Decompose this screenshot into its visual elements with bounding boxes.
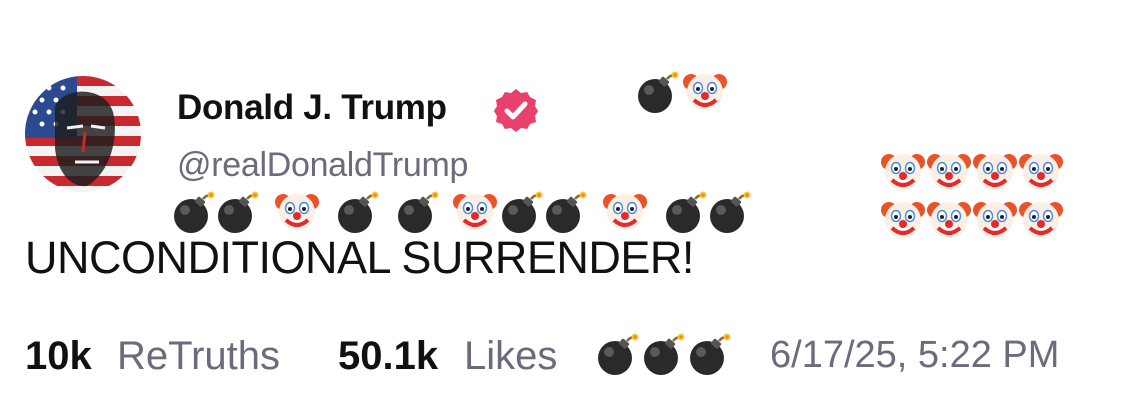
bomb-emoji-icon (634, 70, 680, 116)
bomb-emoji-icon (640, 332, 686, 378)
clown-face-emoji-icon (1018, 196, 1064, 242)
flag-portrait-image (25, 76, 141, 192)
post-timestamp: 6/17/25, 5:22 PM (770, 334, 1060, 376)
clown-face-emoji-icon (682, 68, 728, 114)
bomb-emoji-icon (170, 190, 216, 236)
bomb-emoji-icon (214, 190, 260, 236)
clown-face-emoji-icon (926, 196, 972, 242)
clown-face-emoji-icon (926, 148, 972, 194)
post-text: UNCONDITIONAL SURRENDER! (25, 232, 694, 283)
verified-badge-icon (492, 86, 540, 134)
clown-face-emoji-icon (880, 148, 926, 194)
clown-face-emoji-icon (452, 188, 498, 234)
avatar[interactable] (25, 76, 141, 192)
bomb-emoji-icon (542, 190, 588, 236)
clown-face-emoji-icon (972, 148, 1018, 194)
clown-face-emoji-icon (880, 196, 926, 242)
author-name[interactable]: Donald J. Trump (177, 88, 447, 128)
bomb-emoji-icon (662, 190, 708, 236)
bomb-emoji-icon (334, 190, 380, 236)
clown-face-emoji-icon (972, 196, 1018, 242)
clown-face-emoji-icon (274, 188, 320, 234)
bomb-emoji-icon (706, 190, 752, 236)
clown-face-emoji-icon (602, 188, 648, 234)
author-handle[interactable]: @realDonaldTrump (177, 146, 468, 185)
likes-label[interactable]: Likes (464, 334, 557, 379)
bomb-emoji-icon (498, 190, 544, 236)
bomb-emoji-icon (394, 190, 440, 236)
likes-count[interactable]: 50.1k (338, 334, 438, 379)
bomb-emoji-icon (594, 332, 640, 378)
truth-post: Donald J. Trump @realDonaldTrump UNCONDI… (0, 0, 1144, 410)
retruths-count[interactable]: 10k (25, 334, 92, 379)
clown-face-emoji-icon (1018, 148, 1064, 194)
retruths-label[interactable]: ReTruths (117, 334, 280, 379)
bomb-emoji-icon (686, 332, 732, 378)
